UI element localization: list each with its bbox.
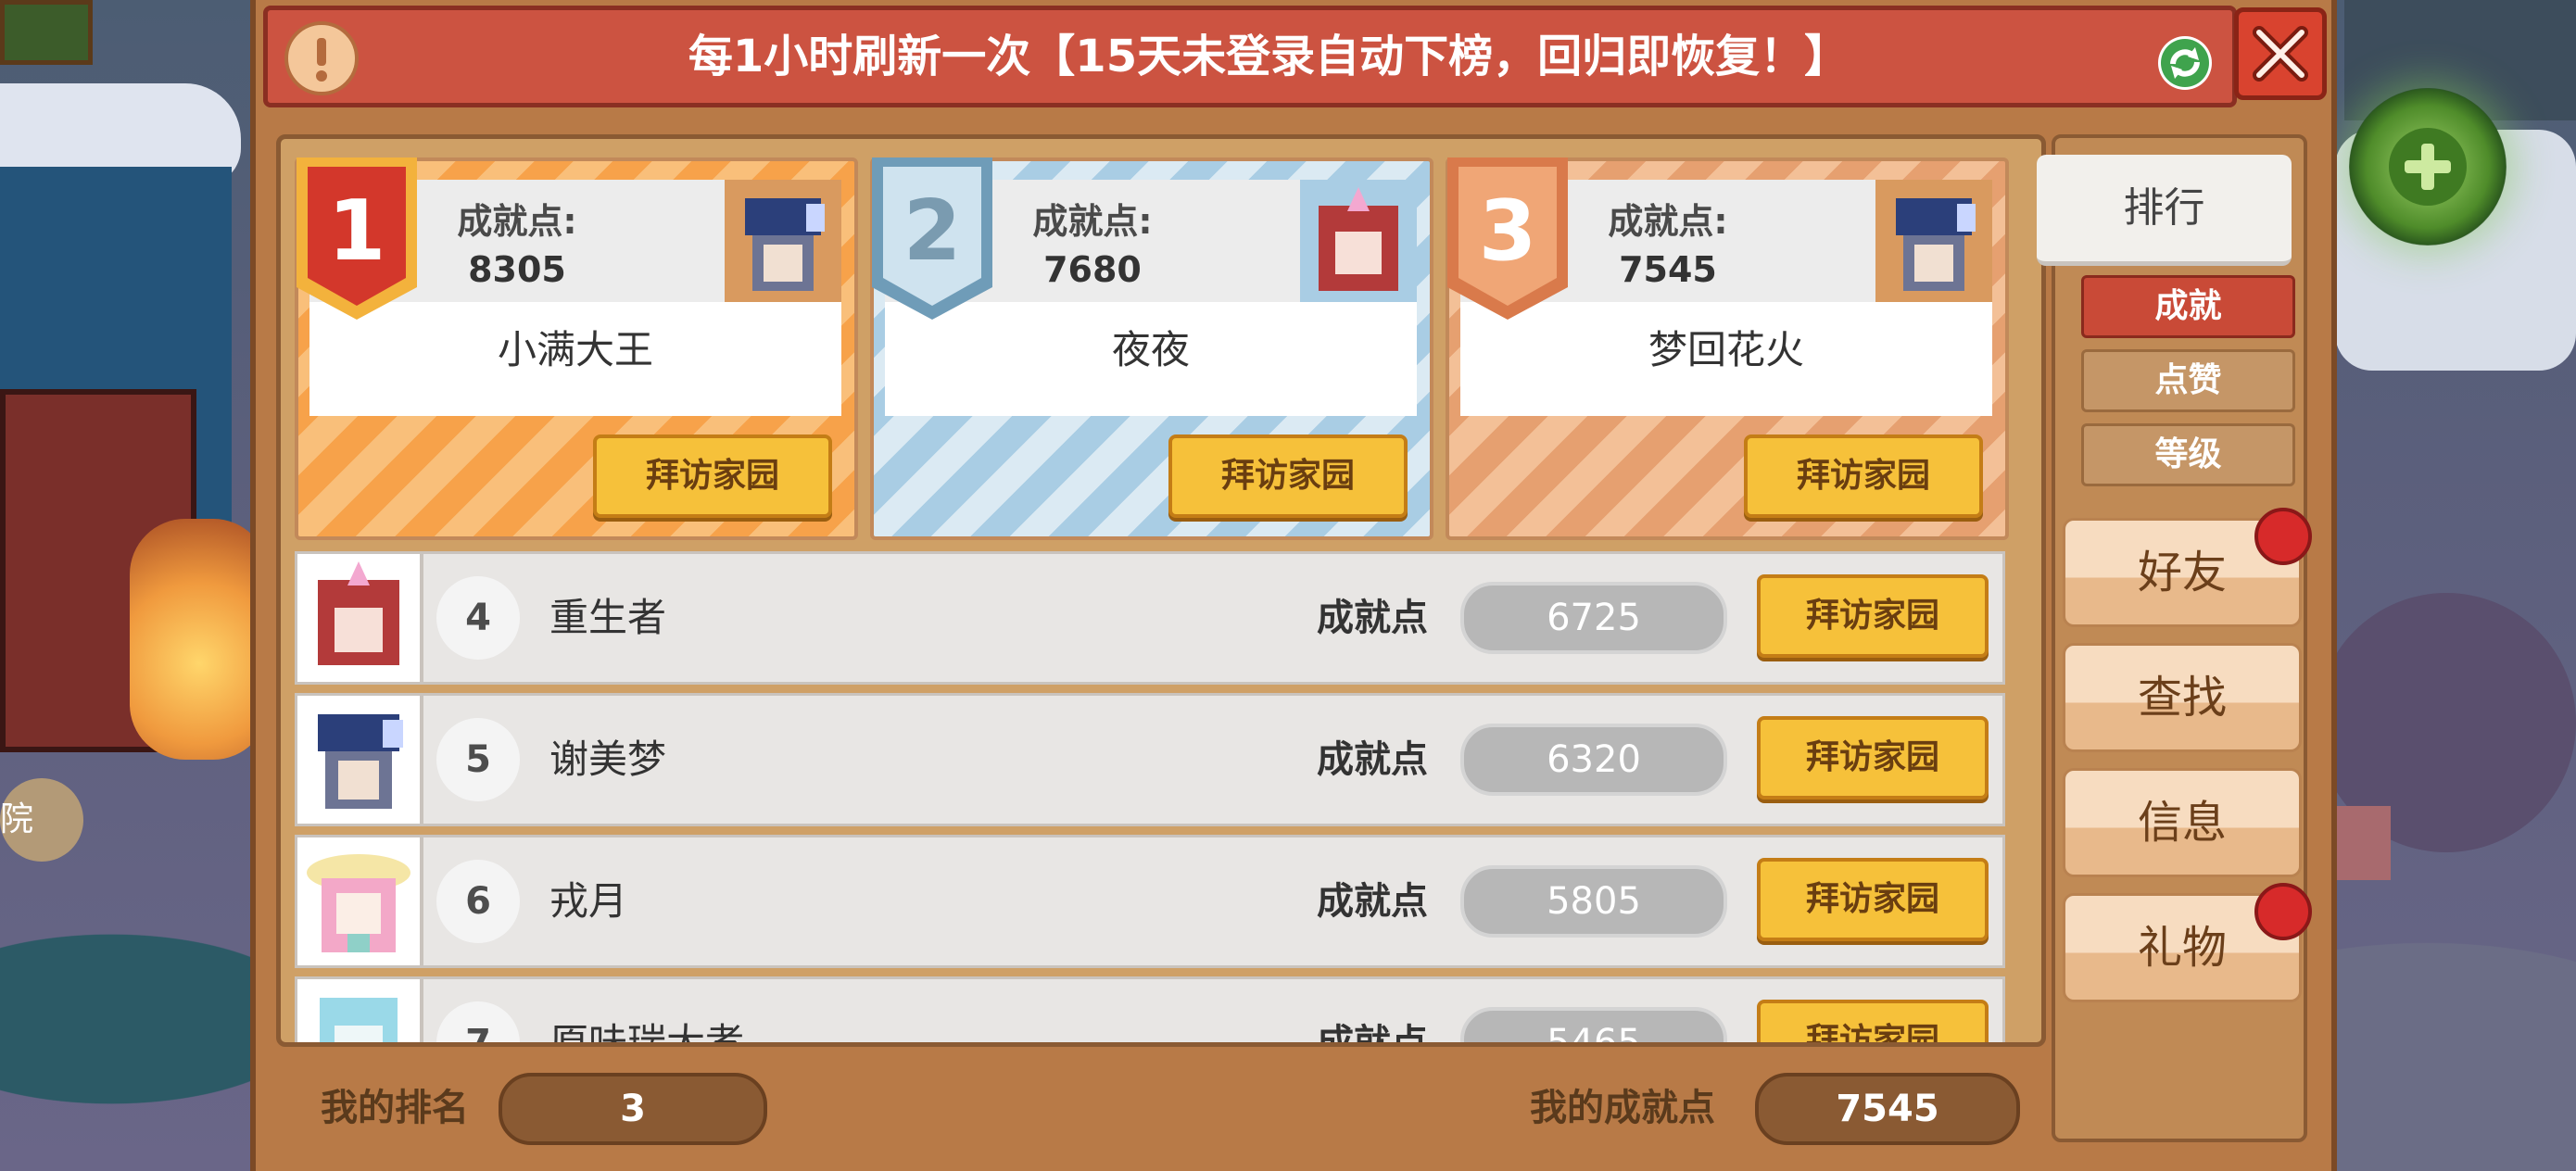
score-label: 成就点 <box>1317 1022 1428 1047</box>
rank-3-badge-icon: 3 <box>1438 148 1577 324</box>
visit-home-button[interactable]: 拜访家园 <box>1757 1000 1989 1042</box>
player-name: 戎月 <box>549 878 628 924</box>
ranking-content[interactable]: 成就点: 8305 小满大王 1 拜访家园 成就点: 7680 夜夜 2 拜访家… <box>276 134 2046 1047</box>
notification-dot <box>2254 883 2312 940</box>
visit-home-button[interactable]: 拜访家园 <box>1757 716 1989 800</box>
gamepad-icon[interactable] <box>2349 88 2507 246</box>
subtab-likes[interactable]: 点赞 <box>2081 349 2295 412</box>
tab-search-label: 查找 <box>2137 672 2227 724</box>
my-rank-label: 我的排名 <box>321 1087 469 1129</box>
rank-number: 5 <box>436 718 520 801</box>
my-points-label: 我的成就点 <box>1530 1087 1715 1129</box>
subtab-achievement[interactable]: 成就 <box>2081 275 2295 338</box>
rank-number: 1 <box>328 183 386 280</box>
visit-home-button[interactable]: 拜访家园 <box>1757 574 1989 658</box>
visit-home-button[interactable]: 拜访家园 <box>593 434 832 518</box>
visit-home-button[interactable]: 拜访家园 <box>1744 434 1983 518</box>
title-bar: 每1小时刷新一次【15天未登录自动下榜，回归即恢复！】 <box>263 6 2237 107</box>
ranking-row: 5 谢美梦 成就点 6320 拜访家园 <box>295 693 2005 826</box>
ranking-row: 7 原味瑞大孝 成就点 5465 拜访家园 <box>295 976 2005 1047</box>
visit-home-button[interactable]: 拜访家园 <box>1168 434 1408 518</box>
player-name: 梦回花火 <box>1648 327 1804 372</box>
player-name: 重生者 <box>549 595 667 640</box>
tab-friends[interactable]: 好友 <box>2063 508 2312 627</box>
background-sign: 院 <box>0 778 83 862</box>
tab-gifts[interactable]: 礼物 <box>2063 883 2312 1002</box>
avatar[interactable] <box>297 837 423 965</box>
podium-card-1: 成就点: 8305 小满大王 1 拜访家园 <box>295 157 858 540</box>
player-name: 原味瑞大孝 <box>549 1020 745 1047</box>
background-lantern <box>130 519 269 760</box>
tab-search[interactable]: 查找 <box>2063 643 2302 752</box>
avatar[interactable] <box>725 180 841 302</box>
podium-card-3: 成就点: 7545 梦回花火 3 拜访家园 <box>1446 157 2009 540</box>
score-label: 成就点 <box>1317 597 1428 639</box>
avatar[interactable] <box>297 979 423 1042</box>
player-name: 小满大王 <box>497 327 653 372</box>
leaderboard-panel: 每1小时刷新一次【15天未登录自动下榜，回归即恢复！】 成就点: 8305 小满… <box>250 0 2337 1171</box>
rank-number: 6 <box>436 860 520 943</box>
ranking-row: 6 戎月 成就点 5805 拜访家园 <box>295 835 2005 968</box>
rank-number: 2 <box>903 183 962 280</box>
rank-1-badge-icon: 1 <box>287 148 426 324</box>
rank-number: 3 <box>1479 183 1537 280</box>
score-label: 成就点 <box>1317 738 1428 781</box>
avatar[interactable] <box>1875 180 1992 302</box>
subtab-level[interactable]: 等级 <box>2081 423 2295 486</box>
my-points-value: 7545 <box>1755 1073 2020 1145</box>
score-value: 5805 <box>1460 865 1727 938</box>
my-rank-value: 3 <box>499 1073 767 1145</box>
player-name: 夜夜 <box>1111 327 1190 372</box>
refresh-icon[interactable] <box>2158 36 2212 90</box>
score-value: 5465 <box>1460 1007 1727 1042</box>
tab-info[interactable]: 信息 <box>2063 768 2302 877</box>
tab-info-label: 信息 <box>2137 797 2227 849</box>
tab-friends-label: 好友 <box>2137 547 2227 598</box>
rank-2-badge-icon: 2 <box>863 148 1002 324</box>
score-value: 6320 <box>1460 724 1727 796</box>
score-label: 成就点 <box>1317 880 1428 923</box>
tab-ranking[interactable]: 排行 <box>2037 155 2292 266</box>
player-name: 谢美梦 <box>549 737 667 782</box>
rank-number: 4 <box>436 576 520 660</box>
side-tab-bar: 排行 成就 点赞 等级 好友 查找 信息 礼物 <box>2037 134 2312 1142</box>
tab-gifts-label: 礼物 <box>2137 922 2227 974</box>
refresh-notice: 每1小时刷新一次【15天未登录自动下榜，回归即恢复！】 <box>688 31 1850 82</box>
avatar[interactable] <box>297 696 423 824</box>
notification-dot <box>2254 508 2312 565</box>
ranking-row: 4 重生者 成就点 6725 拜访家园 <box>295 551 2005 685</box>
avatar[interactable] <box>1300 180 1417 302</box>
background-board <box>0 0 93 65</box>
score-value: 6725 <box>1460 582 1727 654</box>
avatar[interactable] <box>297 554 423 682</box>
visit-home-button[interactable]: 拜访家园 <box>1757 858 1989 941</box>
info-icon[interactable] <box>284 21 359 95</box>
close-button[interactable] <box>2234 7 2327 100</box>
podium-card-2: 成就点: 7680 夜夜 2 拜访家园 <box>870 157 1433 540</box>
rank-number: 7 <box>436 1001 520 1042</box>
